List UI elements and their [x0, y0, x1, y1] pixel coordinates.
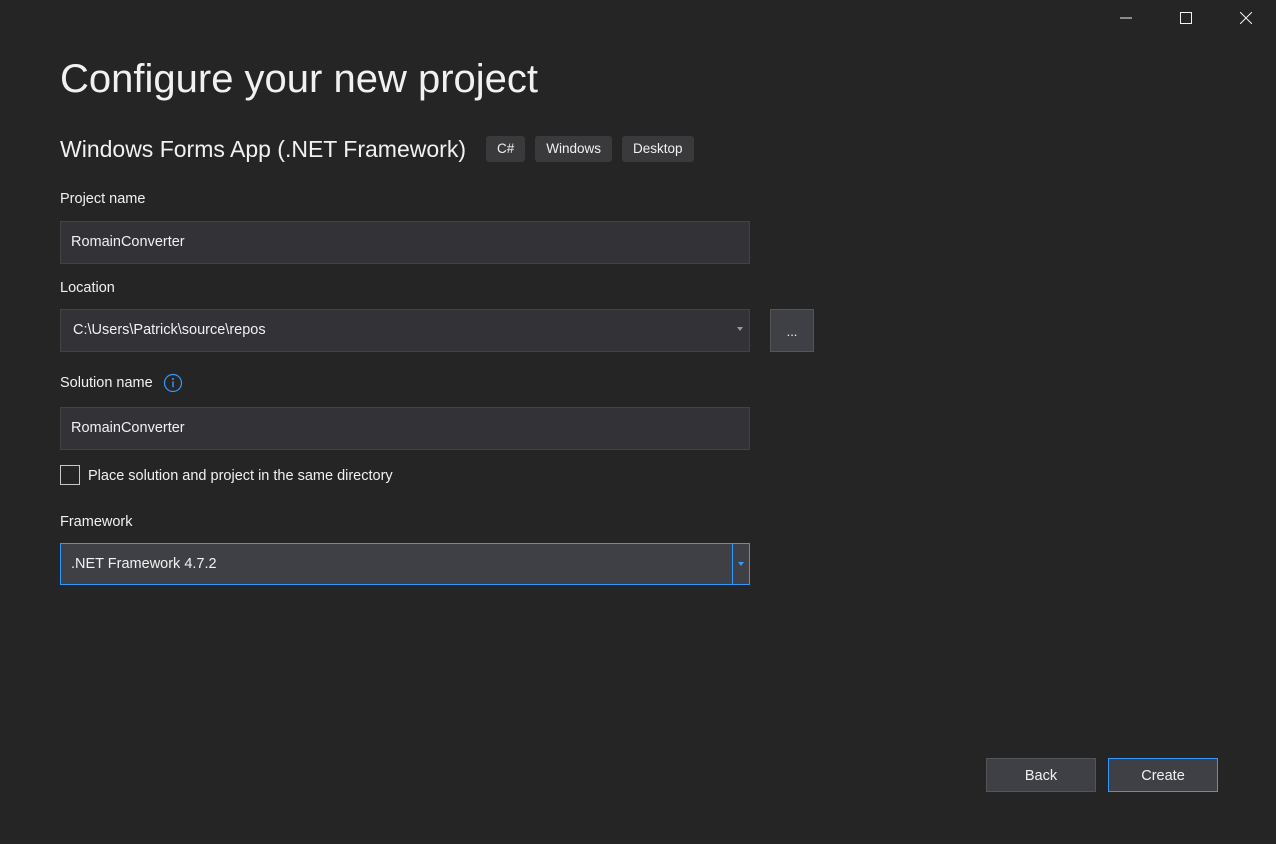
same-directory-label[interactable]: Place solution and project in the same d… — [88, 468, 393, 484]
close-icon — [1240, 12, 1252, 24]
project-name-label: Project name — [60, 191, 146, 207]
chevron-down-icon — [738, 562, 744, 566]
framework-value: .NET Framework 4.7.2 — [71, 556, 217, 572]
configure-project-window: Configure your new project Windows Forms… — [0, 0, 1276, 844]
project-name-field[interactable] — [60, 221, 750, 264]
maximize-icon — [1180, 12, 1192, 24]
minimize-button[interactable] — [1096, 0, 1156, 36]
solution-name-field[interactable] — [60, 407, 750, 450]
close-button[interactable] — [1216, 0, 1276, 36]
browse-location-button[interactable]: ... — [770, 309, 814, 352]
minimize-icon — [1120, 17, 1132, 19]
info-icon[interactable] — [163, 373, 183, 393]
tag-language: C# — [485, 136, 526, 162]
maximize-button[interactable] — [1156, 0, 1216, 36]
solution-name-label: Solution name — [60, 375, 153, 391]
tag-platform: Windows — [535, 136, 613, 162]
template-name: Windows Forms App (.NET Framework) — [60, 135, 466, 162]
tag-project-type: Desktop — [622, 136, 694, 162]
same-directory-checkbox[interactable] — [60, 465, 80, 485]
solution-name-input[interactable] — [71, 408, 731, 449]
window-controls — [1096, 0, 1276, 36]
template-header: Windows Forms App (.NET Framework) C# Wi… — [60, 135, 704, 163]
location-value: C:\Users\Patrick\source\repos — [73, 322, 266, 338]
framework-label: Framework — [60, 514, 133, 530]
chevron-down-icon[interactable] — [737, 327, 743, 331]
location-combobox[interactable]: C:\Users\Patrick\source\repos — [60, 309, 750, 352]
project-name-input[interactable] — [71, 222, 731, 263]
framework-dropdown-button[interactable] — [732, 544, 749, 584]
create-button[interactable]: Create — [1108, 758, 1218, 792]
page-title: Configure your new project — [60, 57, 539, 101]
framework-dropdown[interactable]: .NET Framework 4.7.2 — [60, 543, 750, 585]
location-label: Location — [60, 280, 115, 296]
back-button[interactable]: Back — [986, 758, 1096, 792]
